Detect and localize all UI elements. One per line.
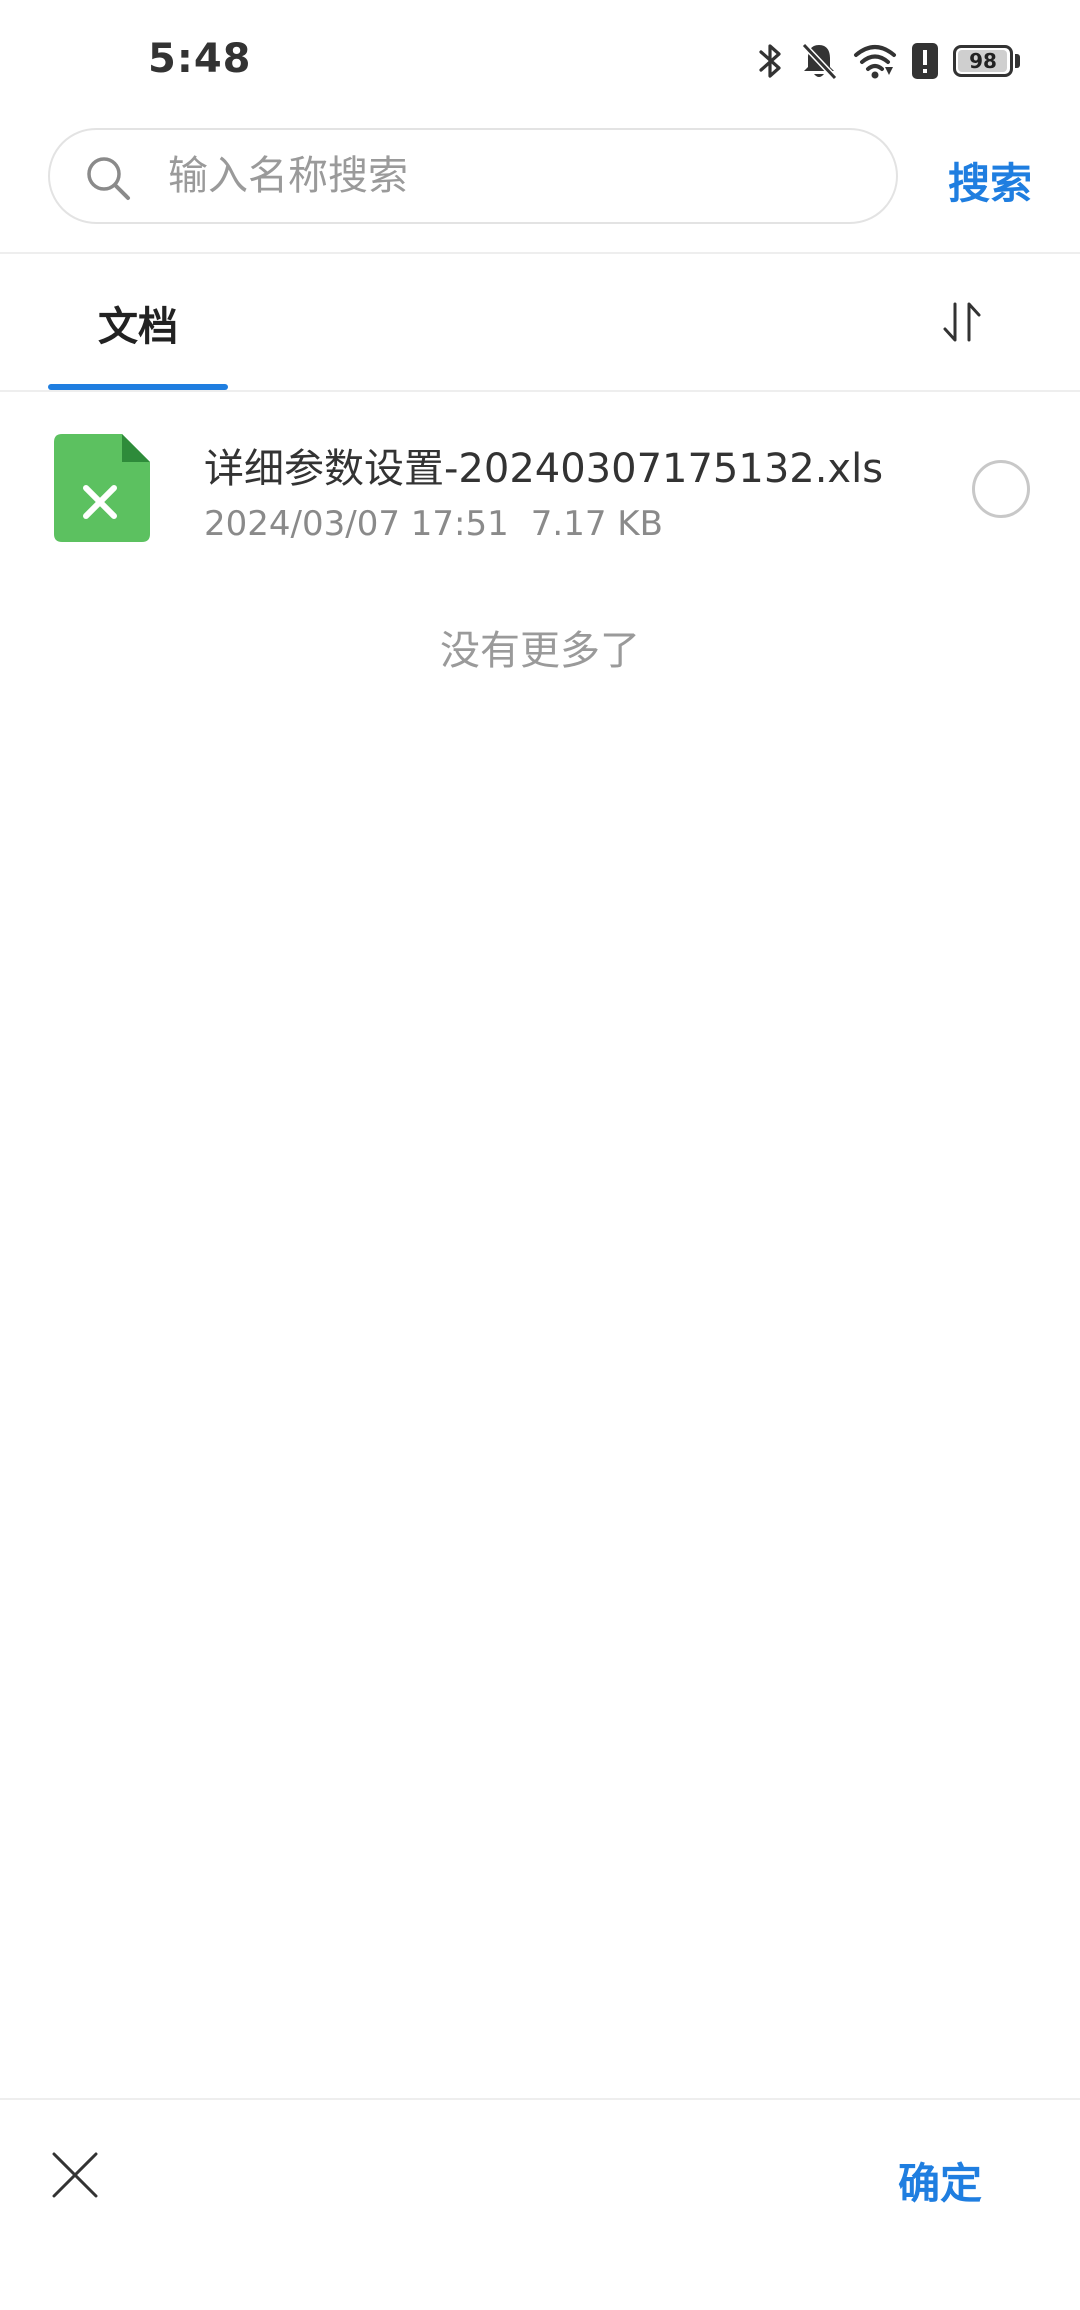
search-input[interactable] — [168, 130, 868, 222]
excel-file-icon — [54, 434, 150, 542]
wifi-icon — [853, 41, 897, 81]
file-size: 7.17 KB — [530, 504, 663, 544]
battery-level: 98 — [969, 49, 997, 73]
search-button[interactable]: 搜索 — [948, 150, 1032, 211]
confirm-button[interactable]: 确定 — [898, 2150, 982, 2211]
bell-off-icon — [799, 40, 839, 82]
tab-documents[interactable]: 文档 — [48, 254, 228, 390]
search-row: 搜索 — [0, 128, 1080, 228]
status-time: 5:48 — [148, 36, 252, 82]
search-box[interactable] — [48, 128, 898, 224]
tab-bar: 文档 — [0, 254, 1080, 390]
battery-icon: 98 — [953, 45, 1020, 77]
list-item[interactable]: 详细参数设置-20240307175132.xls 2024/03/07 17:… — [0, 420, 1080, 560]
file-name: 详细参数设置-20240307175132.xls — [204, 446, 884, 492]
file-date: 2024/03/07 17:51 — [204, 504, 509, 544]
divider — [0, 390, 1080, 392]
sort-icon[interactable] — [936, 296, 988, 348]
list-end-text: 没有更多了 — [440, 628, 640, 674]
close-icon[interactable] — [48, 2148, 102, 2202]
file-meta: 2024/03/07 17:51 7.17 KB — [204, 504, 663, 544]
bluetooth-icon — [757, 40, 785, 82]
select-radio[interactable] — [972, 460, 1030, 518]
battery-body: 98 — [953, 45, 1013, 77]
battery-cap — [1015, 54, 1020, 68]
tab-documents-label: 文档 — [98, 304, 178, 350]
status-bar: 5:48 98 — [0, 0, 1080, 120]
search-icon — [84, 154, 132, 202]
divider — [0, 2098, 1080, 2100]
alert-icon — [911, 42, 939, 80]
status-icons: 98 — [757, 36, 1020, 86]
